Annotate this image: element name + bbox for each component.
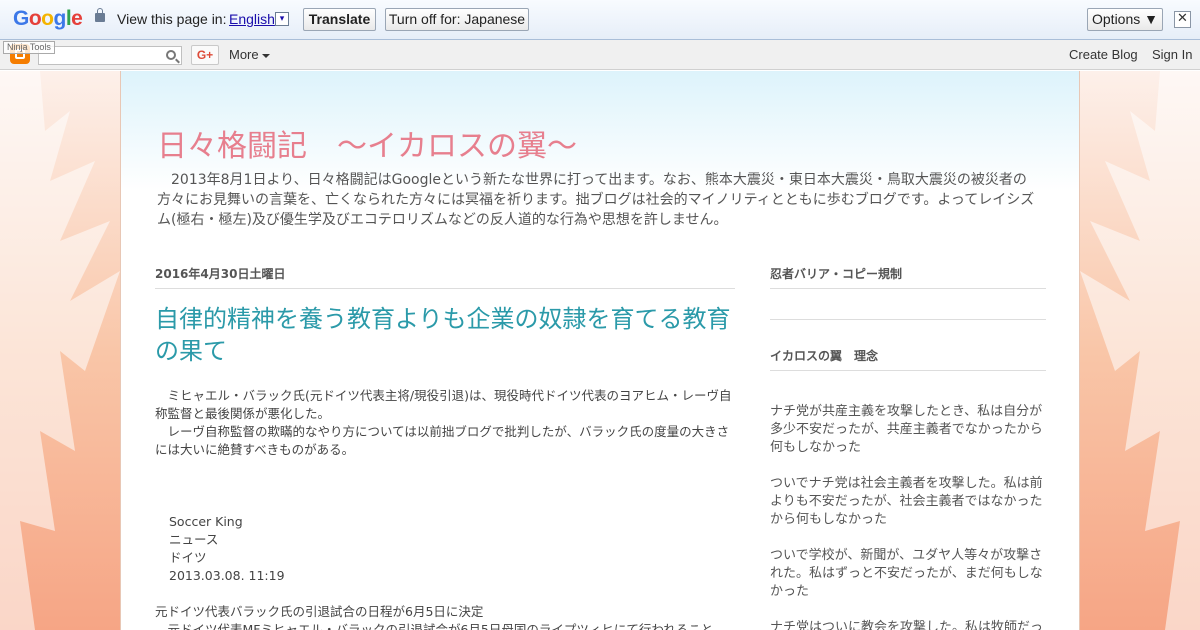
- divider: [770, 319, 1046, 320]
- post-paragraph: レーヴ自称監督の欺瞞的なやり方については以前拙ブログで批判したが、バラック氏の度…: [155, 424, 730, 457]
- caret-down-icon: [261, 53, 270, 58]
- source-line: ドイツ: [169, 550, 207, 565]
- tree-silhouette-right: [1080, 71, 1200, 630]
- sidebar-paragraph: ナチ党が共産主義を攻撃したとき、私は自分が多少不安だったが、共産主義者でなかった…: [770, 404, 1043, 455]
- post-paragraph: ミヒャエル・バラック氏(元ドイツ代表主将/現役引退)は、現役時代ドイツ代表のヨア…: [155, 388, 732, 421]
- post-date: 2016年4月30日土曜日: [155, 267, 286, 281]
- more-label: More: [229, 47, 259, 62]
- blog-content: 日々格闘記 ～イカロスの翼～ 2013年8月1日より、日々格闘記はGoogleと…: [120, 71, 1080, 630]
- sidebar-widget-title: イカロスの翼 理念: [770, 349, 879, 363]
- source-line: 2013.03.08. 11:19: [169, 568, 285, 583]
- blog-title[interactable]: 日々格闘記 ～イカロスの翼～: [157, 121, 577, 165]
- translate-bar: Google View this page in: English ▾ Tran…: [0, 0, 1200, 40]
- search-icon[interactable]: [166, 50, 176, 60]
- chevron-down-icon[interactable]: ▾: [275, 12, 289, 26]
- google-plus-button[interactable]: G+: [191, 45, 219, 65]
- post-body: ミヒャエル・バラック氏(元ドイツ代表主将/現役引退)は、現役時代ドイツ代表のヨア…: [155, 387, 735, 630]
- sidebar-paragraph: ナチ党はついに教会を攻撃した。私は牧師だっ: [770, 620, 1044, 630]
- lock-icon: [95, 8, 105, 22]
- sidebar-paragraph: ついでナチ党は社会主義者を攻撃した。私は前よりも不安だったが、社会主義者ではなか…: [770, 476, 1043, 527]
- ninja-tools-badge[interactable]: Ninja Tools: [3, 41, 55, 54]
- turn-off-button[interactable]: Turn off for: Japanese: [385, 8, 529, 31]
- news-text: 元ドイツ代表MFミヒャエル・バラックの引退試合が6月5日母国のライプツィヒにて行…: [155, 622, 714, 630]
- divider: [155, 288, 735, 289]
- source-line: ニュース: [169, 532, 219, 547]
- post-title[interactable]: 自律的精神を養う教育よりも企業の奴隷を育てる教育の果て: [155, 303, 745, 367]
- sign-in-link[interactable]: Sign In: [1152, 47, 1192, 62]
- divider: [770, 370, 1046, 371]
- blog-description: 2013年8月1日より、日々格闘記はGoogleという新たな世界に打って出ます。…: [157, 172, 1035, 228]
- google-logo: Google: [13, 7, 83, 30]
- news-headline: 元ドイツ代表バラック氏の引退試合の日程が6月5日に決定: [155, 604, 484, 619]
- sidebar-philosophy: ナチ党が共産主義を攻撃したとき、私は自分が多少不安だったが、共産主義者でなかった…: [770, 403, 1050, 630]
- search-input[interactable]: [38, 46, 182, 65]
- sidebar-widget-title: 忍者バリア・コピー規制: [770, 267, 903, 281]
- sidebar-paragraph: ついで学校が、新聞が、ユダヤ人等々が攻撃された。私はずっと不安だったが、まだ何も…: [770, 548, 1043, 599]
- tree-silhouette-left: [0, 71, 120, 630]
- blogger-navbar: Ninja Tools G+ More Create Blog Sign In: [0, 40, 1200, 70]
- close-icon[interactable]: ✕: [1174, 11, 1191, 28]
- translate-button[interactable]: Translate: [303, 8, 376, 31]
- create-blog-link[interactable]: Create Blog: [1069, 47, 1138, 62]
- source-line: Soccer King: [169, 514, 243, 529]
- options-button[interactable]: Options ▼: [1087, 8, 1163, 31]
- more-menu[interactable]: More: [229, 47, 270, 62]
- language-select[interactable]: English: [229, 11, 275, 27]
- divider: [770, 288, 1046, 289]
- translate-prompt: View this page in:: [117, 11, 227, 27]
